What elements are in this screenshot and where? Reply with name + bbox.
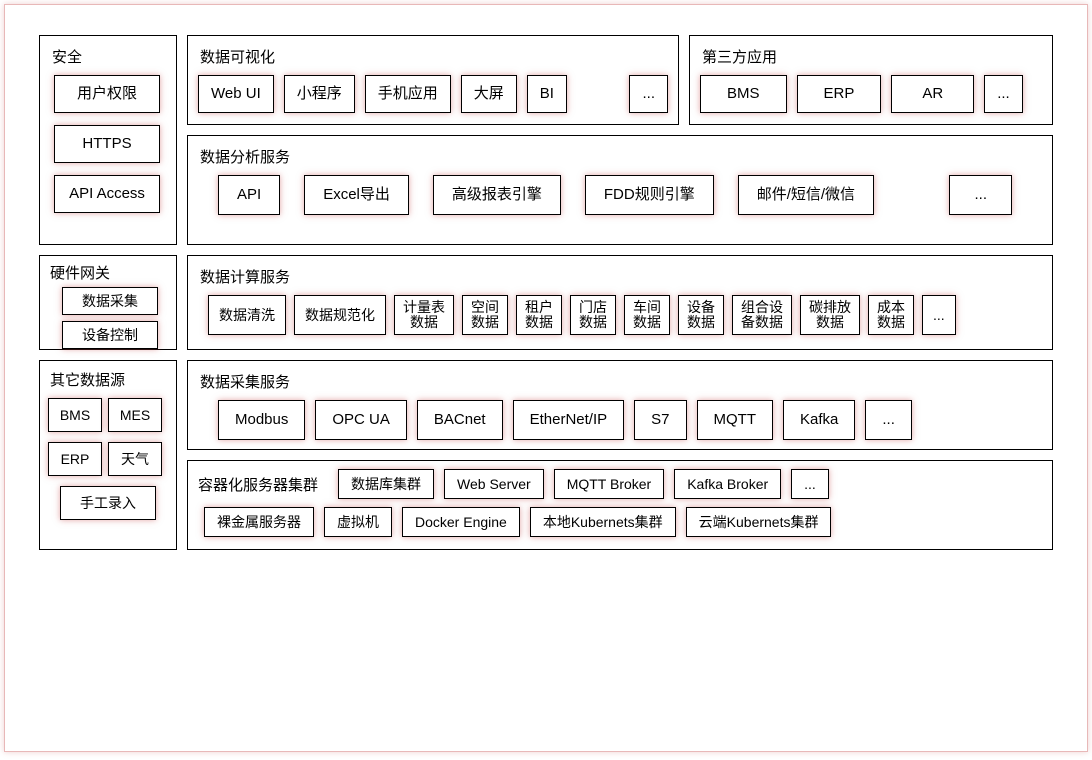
box-manual-input: 手工录入 [60, 486, 156, 520]
box-viz-more: ... [629, 75, 668, 113]
box-other-weather: 天气 [108, 442, 162, 476]
box-space-data: 空间数据 [462, 295, 508, 335]
section-compute: 数据计算服务 数据清洗 数据规范化 计量表数据 空间数据 租户数据 门店数据 车… [187, 255, 1053, 350]
section-title-compute: 数据计算服务 [198, 266, 1042, 287]
box-erp: ERP [797, 75, 882, 113]
section-gateway: 硬件网关 数据采集 设备控制 [39, 255, 177, 350]
box-k8s-cloud: 云端Kubernets集群 [686, 507, 832, 537]
box-kafka-broker: Kafka Broker [674, 469, 781, 499]
box-notification: 邮件/短信/微信 [738, 175, 874, 215]
box-data-collect: 数据采集 [62, 287, 158, 315]
section-analysis: 数据分析服务 API Excel导出 高级报表引擎 FDD规则引擎 邮件/短信/… [187, 135, 1053, 245]
box-bacnet: BACnet [417, 400, 503, 440]
box-tenant-data: 租户数据 [516, 295, 562, 335]
section-title-collection: 数据采集服务 [198, 371, 1042, 392]
section-third-party: 第三方应用 BMS ERP AR ... [689, 35, 1053, 125]
box-web-server: Web Server [444, 469, 544, 499]
box-api-access: API Access [54, 175, 160, 213]
box-cost-data: 成本数据 [868, 295, 914, 335]
box-db-cluster: 数据库集群 [338, 469, 434, 499]
box-big-screen: 大屏 [461, 75, 517, 113]
section-title-gateway: 硬件网关 [48, 262, 168, 283]
box-cluster-more: ... [791, 469, 829, 499]
box-mobile-app: 手机应用 [365, 75, 451, 113]
section-collection: 数据采集服务 Modbus OPC UA BACnet EtherNet/IP … [187, 360, 1053, 450]
section-security: 安全 用户权限 HTTPS API Access [39, 35, 177, 245]
box-bi: BI [527, 75, 567, 113]
box-other-bms: BMS [48, 398, 102, 432]
row-1: 安全 用户权限 HTTPS API Access 数据可视化 Web UI 小程… [39, 35, 1053, 245]
box-mqtt-broker: MQTT Broker [554, 469, 665, 499]
box-opcua: OPC UA [315, 400, 407, 440]
section-visualization: 数据可视化 Web UI 小程序 手机应用 大屏 BI ... [187, 35, 679, 125]
section-title-security: 安全 [50, 46, 166, 67]
box-carbon-data: 碳排放数据 [800, 295, 860, 335]
box-bare-metal: 裸金属服务器 [204, 507, 314, 537]
col-right-upper: 数据可视化 Web UI 小程序 手机应用 大屏 BI ... 第三方应用 BM… [187, 35, 1053, 245]
row-3: 其它数据源 BMS MES ERP 天气 手工录入 数据采集服务 Modb [39, 360, 1053, 550]
box-miniprogram: 小程序 [284, 75, 355, 113]
box-meter-data: 计量表数据 [394, 295, 454, 335]
section-other-sources: 其它数据源 BMS MES ERP 天气 手工录入 [39, 360, 177, 550]
col-right-lower: 数据采集服务 Modbus OPC UA BACnet EtherNet/IP … [187, 360, 1053, 550]
row-2: 硬件网关 数据采集 设备控制 数据计算服务 数据清洗 数据规范化 计量表数据 空… [39, 255, 1053, 350]
box-combo-device-data: 组合设备数据 [732, 295, 792, 335]
box-workshop-data: 车间数据 [624, 295, 670, 335]
box-data-clean: 数据清洗 [208, 295, 286, 335]
box-web-ui: Web UI [198, 75, 274, 113]
box-third-more: ... [984, 75, 1023, 113]
section-title-cluster: 容器化服务器集群 [198, 474, 328, 495]
box-store-data: 门店数据 [570, 295, 616, 335]
box-ar: AR [891, 75, 974, 113]
box-other-mes: MES [108, 398, 162, 432]
box-excel-export: Excel导出 [304, 175, 409, 215]
box-user-permission: 用户权限 [54, 75, 160, 113]
box-docker: Docker Engine [402, 507, 520, 537]
box-api: API [218, 175, 280, 215]
box-bms: BMS [700, 75, 787, 113]
box-report-engine: 高级报表引擎 [433, 175, 561, 215]
box-analysis-more: ... [949, 175, 1012, 215]
box-other-erp: ERP [48, 442, 102, 476]
box-vm: 虚拟机 [324, 507, 392, 537]
section-cluster: 容器化服务器集群 数据库集群 Web Server MQTT Broker Ka… [187, 460, 1053, 550]
box-kafka: Kafka [783, 400, 855, 440]
box-collect-more: ... [865, 400, 912, 440]
box-ethernetip: EtherNet/IP [513, 400, 625, 440]
box-data-normalize: 数据规范化 [294, 295, 386, 335]
box-fdd-engine: FDD规则引擎 [585, 175, 714, 215]
box-modbus: Modbus [218, 400, 305, 440]
box-s7: S7 [634, 400, 686, 440]
section-title-third-party: 第三方应用 [700, 46, 1042, 67]
section-title-visualization: 数据可视化 [198, 46, 668, 67]
box-device-control: 设备控制 [62, 321, 158, 349]
box-device-data: 设备数据 [678, 295, 724, 335]
architecture-diagram: 安全 用户权限 HTTPS API Access 数据可视化 Web UI 小程… [4, 4, 1088, 752]
box-compute-more: ... [922, 295, 956, 335]
box-k8s-local: 本地Kubernets集群 [530, 507, 676, 537]
section-title-analysis: 数据分析服务 [198, 146, 1042, 167]
section-title-other-sources: 其它数据源 [48, 369, 168, 390]
box-https: HTTPS [54, 125, 160, 163]
box-mqtt: MQTT [697, 400, 774, 440]
